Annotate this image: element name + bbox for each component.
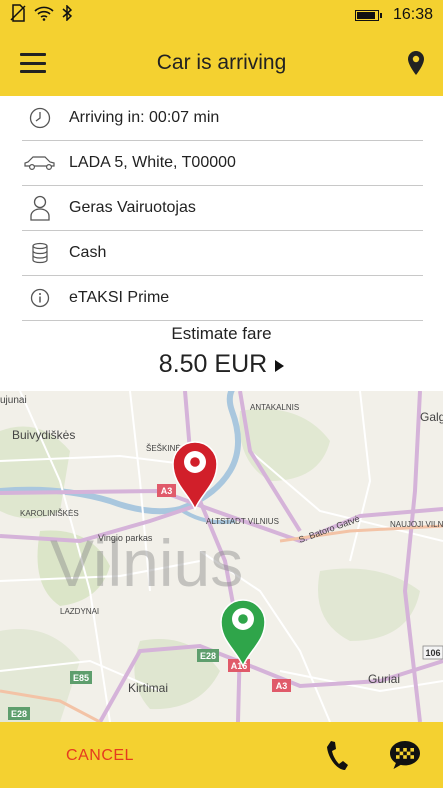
driver-row: Geras Vairuotojas [22, 186, 423, 231]
map-place-label: Kirtimai [128, 681, 168, 695]
map-place-label: KAROLINIŠKĖS [20, 509, 79, 518]
play-arrow-icon[interactable] [275, 359, 285, 372]
road-shield-label: E28 [11, 709, 27, 719]
payment-method-text: Cash [69, 244, 107, 261]
ride-info-panel: Arriving in: 00:07 min LADA 5, White, T0… [0, 96, 443, 391]
clock-icon [22, 107, 58, 129]
fare-label: Estimate fare [171, 324, 272, 343]
map-place-label: Guriai [368, 672, 400, 686]
clock-time: 16:38 [392, 6, 433, 23]
vehicle-row: LADA 5, White, T00000 [22, 141, 423, 186]
wifi-icon [34, 5, 54, 26]
no-sim-icon [10, 3, 26, 27]
map-place-label: LAZDYNAI [60, 607, 99, 616]
road-shield-label: E85 [73, 673, 89, 683]
map-pin-icon[interactable] [407, 50, 425, 76]
driver-icon [22, 195, 58, 221]
road-shield-label: A3 [276, 681, 288, 691]
car-icon [22, 155, 58, 171]
road-shield-label: E28 [200, 651, 216, 661]
map-place-label: ujunai [0, 395, 27, 406]
app-header: Car is arriving [0, 30, 443, 96]
arrival-row: Arriving in: 00:07 min [22, 96, 423, 141]
hamburger-icon[interactable] [20, 53, 46, 73]
page-title: Car is arriving [156, 51, 287, 74]
map-place-label: ANTAKALNIS [250, 403, 299, 412]
vehicle-text: LADA 5, White, T00000 [69, 154, 236, 171]
taxi-chat-icon[interactable] [389, 740, 421, 770]
phone-icon[interactable] [325, 739, 349, 771]
bluetooth-icon [62, 3, 73, 26]
map-place-label: Buivydiškės [12, 428, 75, 442]
map-canvas[interactable]: Vilnius ujunai Buivydiškės ŠEŠKINĖ ANTAK… [0, 391, 443, 722]
arrival-time-text: Arriving in: 00:07 min [69, 109, 220, 126]
map-place-label: Galg [420, 410, 443, 424]
battery-icon [354, 9, 382, 21]
service-class-text: eTAKSI Prime [69, 289, 170, 306]
road-shield-label: 106 [425, 648, 440, 658]
map-place-label: ALTSTADT VILNIUS [206, 517, 279, 526]
service-row: eTAKSI Prime [22, 276, 423, 321]
map-place-label: NAUJOJI VILNIA [390, 520, 443, 529]
fare-value[interactable]: 8.50 EUR [159, 350, 267, 378]
map-place-label: ŠEŠKINĖ [146, 444, 181, 453]
map-place-label: Vingio parkas [98, 533, 153, 543]
info-icon [22, 288, 58, 308]
status-icons [10, 3, 73, 27]
route-map[interactable]: Vilnius ujunai Buivydiškės ŠEŠKINĖ ANTAK… [0, 391, 443, 722]
bottom-action-bar: CANCEL [0, 722, 443, 788]
fare-display[interactable]: 8.50 EUR [0, 350, 443, 379]
road-shield-label: A3 [161, 486, 173, 496]
driver-name-text: Geras Vairuotojas [69, 199, 196, 216]
payment-row: Cash [22, 231, 423, 276]
cancel-button[interactable]: CANCEL [0, 745, 200, 765]
status-bar: 16:38 [0, 0, 443, 30]
coins-icon [22, 242, 58, 264]
